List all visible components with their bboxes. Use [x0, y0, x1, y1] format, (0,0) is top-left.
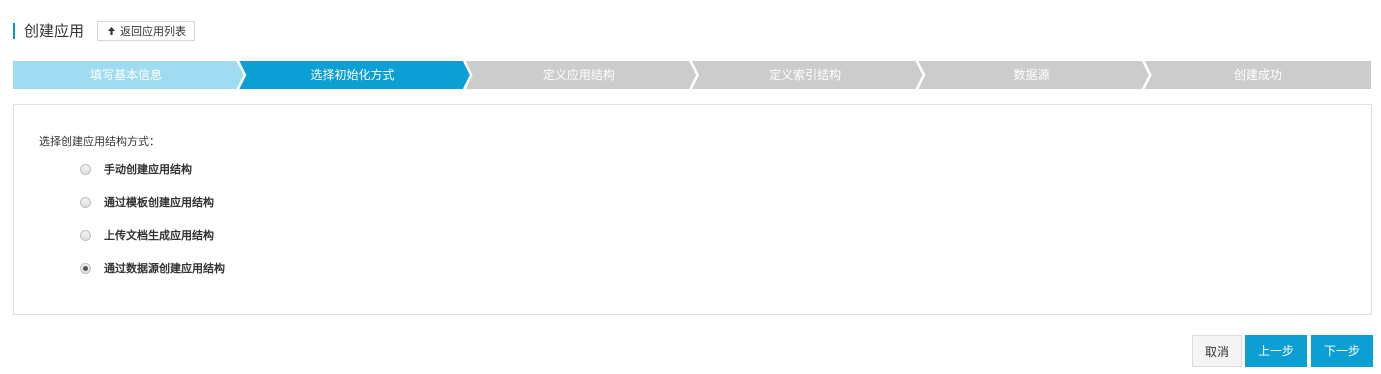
back-to-app-list-button[interactable]: 返回应用列表 — [97, 21, 196, 41]
back-button-label: 返回应用列表 — [120, 25, 187, 38]
radio-unselected-icon[interactable] — [80, 229, 91, 241]
previous-step-button[interactable]: 上一步 — [1245, 335, 1307, 367]
init-method-option[interactable]: 手动创建应用结构 — [80, 161, 192, 177]
arrow-up-icon — [108, 27, 116, 35]
step-5-label[interactable]: 数据源 — [918, 61, 1144, 89]
step-2-label[interactable]: 选择初始化方式 — [239, 61, 465, 89]
step-1-label[interactable]: 填写基本信息 — [13, 61, 239, 89]
title-accent-bar — [13, 23, 15, 39]
create-app-page: 创建应用 返回应用列表 填写基本信息 选择初始化方式 定义应用结构 定义索引结构 数据源… — [0, 0, 1381, 374]
page-title: 创建应用 — [24, 22, 85, 40]
cancel-button[interactable]: 取消 — [1192, 335, 1242, 367]
step-3-label[interactable]: 定义应用结构 — [466, 61, 692, 89]
init-method-option[interactable]: 通过数据源创建应用结构 — [80, 260, 225, 276]
init-method-panel: 选择创建应用结构方式： 手动创建应用结构通过模板创建应用结构 上传文档生成应用结构… — [13, 104, 1372, 315]
init-method-option[interactable]: 通过模板创建应用结构 — [80, 194, 214, 210]
init-method-option-label: 通过模板创建应用结构 — [104, 196, 214, 209]
init-method-option-label: 上传文档生成应用结构 — [104, 229, 214, 242]
init-method-option-label: 通过数据源创建应用结构 — [104, 262, 225, 275]
step-4-label[interactable]: 定义索引结构 — [692, 61, 918, 89]
radio-selected-icon[interactable] — [80, 262, 91, 274]
init-method-option-label: 手动创建应用结构 — [104, 163, 192, 176]
radio-dot-icon — [83, 265, 88, 271]
init-method-label: 选择创建应用结构方式： — [39, 135, 160, 148]
next-step-button[interactable]: 下一步 — [1311, 335, 1373, 367]
page-header: 创建应用 返回应用列表 — [13, 20, 196, 42]
radio-unselected-icon[interactable] — [80, 196, 91, 208]
init-method-option[interactable]: 上传文档生成应用结构 — [80, 227, 214, 243]
step-6-label[interactable]: 创建成功 — [1145, 61, 1371, 89]
radio-unselected-icon[interactable] — [80, 163, 91, 175]
step-progress-bar: 填写基本信息 选择初始化方式 定义应用结构 定义索引结构 数据源 创建成功 — [13, 61, 1371, 89]
